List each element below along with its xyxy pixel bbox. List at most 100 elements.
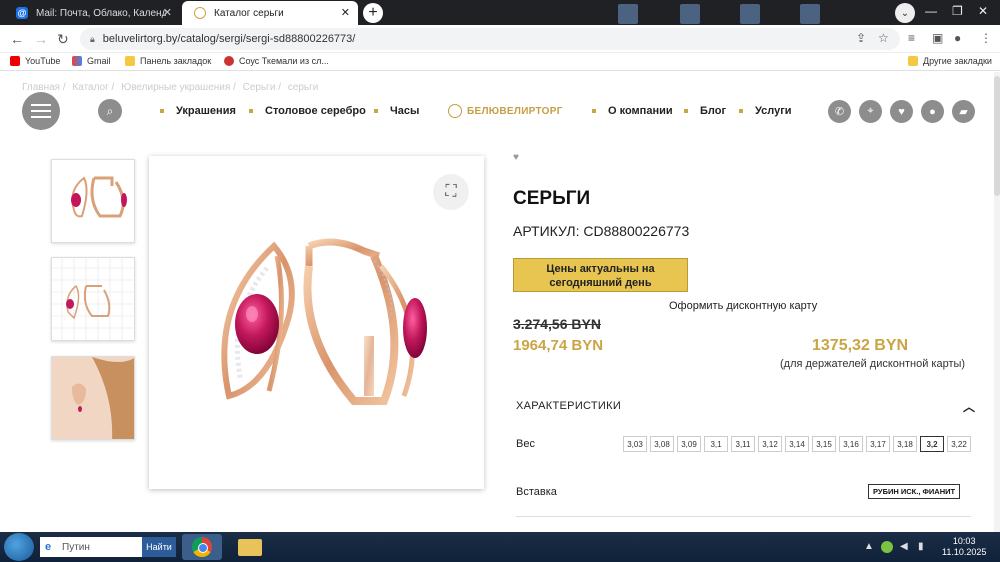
earrings-thumb-image — [71, 176, 127, 218]
taskbar-search-input[interactable]: Путин — [62, 542, 90, 553]
discount-card-link[interactable]: Оформить дисконтную карту — [669, 300, 817, 312]
site-search-icon[interactable]: ⌕ — [98, 99, 122, 123]
weight-option[interactable]: 3,2 — [920, 436, 944, 452]
phone-icon[interactable]: ✆ — [828, 100, 851, 123]
breadcrumb-item: серьги — [287, 82, 319, 93]
breadcrumb-item[interactable]: Ювелирные украшения / — [121, 82, 236, 93]
breadcrumb-item[interactable]: Серьги / — [243, 82, 281, 93]
bookmark-folder[interactable]: Панель закладок — [125, 56, 211, 66]
profile-icon[interactable]: ● — [954, 31, 961, 45]
thumbnail-earrings[interactable] — [51, 159, 135, 243]
nav-dot — [592, 109, 596, 113]
nav-item-jewelry[interactable]: Украшения — [160, 105, 236, 117]
user-icon[interactable]: ● — [921, 100, 944, 123]
address-bar[interactable]: 🔒︎ beluvelirtorg.by/catalog/sergi/sergi-… — [80, 28, 900, 50]
page-scrollbar[interactable] — [994, 72, 1000, 532]
back-icon[interactable]: ← — [10, 31, 24, 47]
location-icon[interactable]: ⌖ — [859, 100, 882, 123]
weight-option[interactable]: 3,14 — [785, 436, 809, 452]
minimize-icon[interactable]: — — [925, 4, 937, 18]
weight-option[interactable]: 3,22 — [947, 436, 971, 452]
heart-icon[interactable]: ♥ — [890, 100, 913, 123]
bookmark-sauce[interactable]: Соус Ткемали из сл... — [224, 56, 329, 66]
weight-option[interactable]: 3,17 — [866, 436, 890, 452]
cart-icon[interactable]: ▰ — [952, 100, 975, 123]
tab-search-icon[interactable]: ⌄ — [895, 3, 915, 23]
weight-option[interactable]: 3,09 — [677, 436, 701, 452]
insert-label: Вставка — [516, 486, 557, 498]
forward-icon[interactable]: → — [34, 31, 48, 47]
chevron-up-icon[interactable]: ︿ — [963, 398, 975, 415]
bookmarks-bar: YouTube Gmail Панель закладок Соус Ткема… — [0, 53, 1000, 71]
gmail-icon — [72, 56, 82, 66]
nav-item-silverware[interactable]: Столовое серебро — [249, 105, 366, 117]
weight-option[interactable]: 3,16 — [839, 436, 863, 452]
browser-toolbar: ← → ↻ 🔒︎ beluvelirtorg.by/catalog/sergi/… — [0, 25, 1000, 53]
tray-arrow-icon[interactable]: ▲ — [864, 541, 874, 552]
star-icon[interactable]: ☆ — [878, 31, 889, 45]
breadcrumb-item[interactable]: Каталог / — [72, 82, 114, 93]
taskbar-clock[interactable]: 10:03 11.10.2025 — [942, 536, 986, 558]
bookmark-youtube[interactable]: YouTube — [10, 56, 60, 66]
thumbnail-model-ear[interactable] — [51, 356, 135, 440]
youtube-icon — [10, 56, 20, 66]
old-price: 3.274,56 BYN — [513, 316, 601, 332]
taskbar-search-button[interactable]: Найти — [142, 537, 176, 557]
nav-item-blog[interactable]: Блог — [684, 105, 726, 117]
nav-item-about[interactable]: О компании — [592, 105, 673, 117]
web-page: Главная / Каталог / Ювелирные украшения … — [0, 72, 994, 532]
nav-item-services[interactable]: Услуги — [739, 105, 792, 117]
bookmark-gmail[interactable]: Gmail — [72, 56, 111, 66]
tray-app-icon[interactable] — [881, 541, 893, 553]
weight-option[interactable]: 3,03 — [623, 436, 647, 452]
folder-icon — [908, 56, 918, 66]
menu-icon[interactable]: ⋮ — [980, 31, 992, 45]
volume-icon[interactable]: ◀︎ — [900, 541, 908, 552]
characteristics-heading[interactable]: ХАРАКТЕРИСТИКИ — [516, 400, 621, 412]
tab-catalog[interactable]: Каталог серьги ✕ — [182, 1, 358, 25]
tab-title: Mail: Почта, Облако, Календарь — [36, 7, 166, 19]
menu-burger-button[interactable] — [22, 92, 60, 130]
scroll-thumb[interactable] — [994, 76, 1000, 196]
close-tab-icon[interactable]: ✕ — [341, 6, 350, 19]
weight-option[interactable]: 3,18 — [893, 436, 917, 452]
ie-icon: e — [45, 541, 52, 553]
site-logo[interactable]: БЕЛЮВЕЛИРТОРГ — [448, 104, 563, 118]
start-button[interactable] — [4, 533, 34, 561]
close-tab-icon[interactable]: ✕ — [163, 6, 172, 19]
thumbnail-size-grid[interactable] — [51, 257, 135, 341]
weight-option[interactable]: 3,08 — [650, 436, 674, 452]
discount-card-price: 1375,32 BYN — [812, 337, 909, 354]
nav-item-watches[interactable]: Часы — [374, 105, 419, 117]
sidepanel-icon[interactable]: ▣ — [932, 31, 943, 45]
maximize-icon[interactable]: ❐ — [952, 4, 963, 18]
tab-mail[interactable]: @ Mail: Почта, Облако, Календарь ✕ — [4, 1, 180, 25]
new-tab-button[interactable]: + — [363, 3, 383, 23]
bookmark-label: Gmail — [87, 56, 111, 66]
bookmark-label: Другие закладки — [923, 56, 992, 66]
price-notice: Цены актуальны на сегодняшний день — [513, 258, 688, 292]
bookmark-label: Панель закладок — [140, 56, 212, 66]
reload-icon[interactable]: ↻ — [57, 31, 69, 48]
tab-title: Каталог серьги — [214, 7, 284, 19]
desktop-icon — [800, 4, 820, 24]
explorer-taskbar-app[interactable] — [230, 534, 270, 560]
weight-option[interactable]: 3,12 — [758, 436, 782, 452]
favorite-heart-icon[interactable]: ♥ — [513, 152, 519, 163]
media-icon[interactable]: ≡ — [908, 31, 915, 45]
close-window-icon[interactable]: ✕ — [978, 4, 988, 18]
chrome-taskbar-app[interactable] — [182, 534, 222, 560]
weight-option[interactable]: 3,11 — [731, 436, 755, 452]
fullscreen-icon[interactable]: ⛶ — [433, 174, 469, 210]
browser-tab-bar: @ Mail: Почта, Облако, Календарь ✕ Катал… — [0, 0, 1000, 25]
main-product-image[interactable]: ⛶ — [149, 156, 484, 489]
bookmark-other[interactable]: Другие закладки — [908, 56, 992, 66]
taskbar-search[interactable]: e Путин Найти — [40, 537, 176, 557]
nav-label: Столовое серебро — [265, 105, 366, 117]
share-icon[interactable]: ⇪ — [856, 31, 866, 45]
weight-option[interactable]: 3,1 — [704, 436, 728, 452]
weight-option[interactable]: 3,15 — [812, 436, 836, 452]
network-icon[interactable]: ▮ — [918, 541, 924, 552]
insert-value-tag: РУБИН ИСК., ФИАНИТ — [868, 484, 961, 499]
url-text: beluvelirtorg.by/catalog/sergi/sergi-sd8… — [102, 33, 356, 45]
